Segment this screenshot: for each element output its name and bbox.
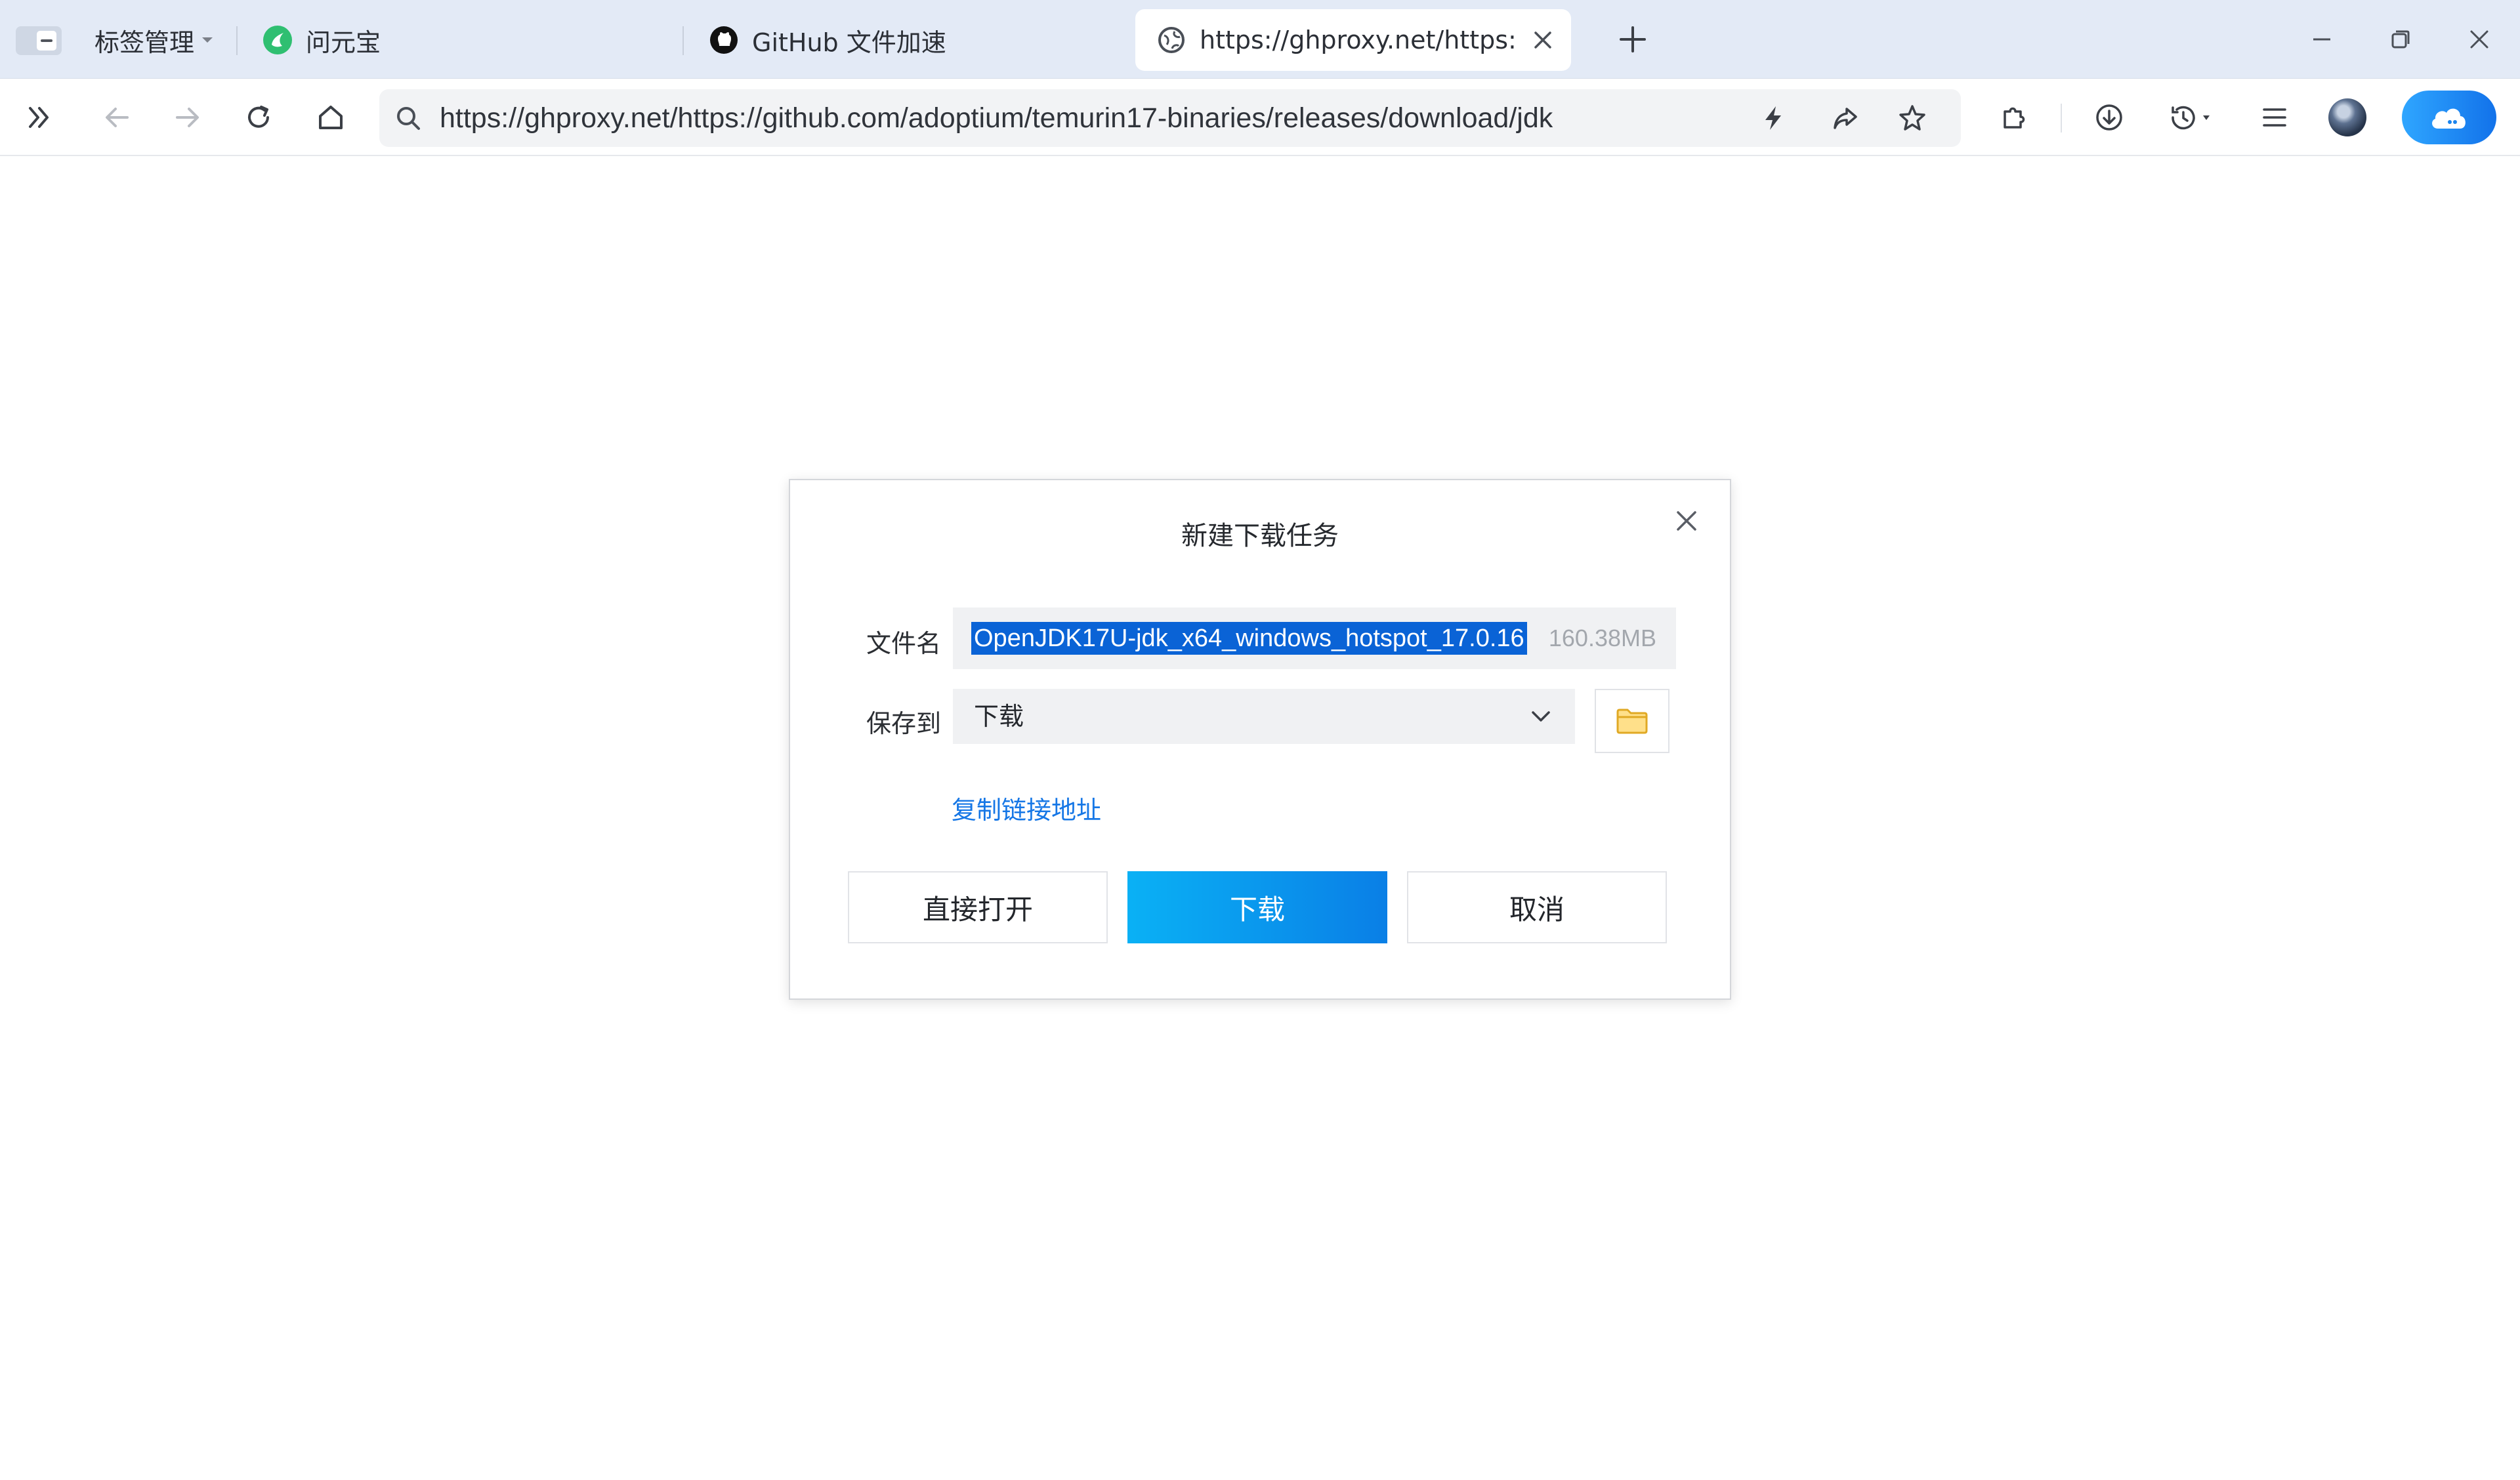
forward-button[interactable] — [168, 98, 207, 137]
star-icon — [1899, 105, 1925, 131]
filename-label: 文件名 — [866, 629, 941, 658]
hamburger-menu-icon — [2263, 108, 2286, 127]
close-icon — [1534, 31, 1551, 49]
minimize-button[interactable] — [2302, 20, 2342, 59]
toolbar-separator — [2061, 104, 2062, 133]
tab-manager-label: 标签管理 — [94, 28, 195, 57]
browser-window: 标签管理 问元宝 GitHub 文件加速 https://ghproxy.net… — [0, 0, 2520, 1480]
tab-yuanbao[interactable]: 问元宝 — [262, 9, 669, 71]
search-icon — [391, 101, 425, 135]
file-size: 160.38MB — [1548, 625, 1656, 651]
user-avatar[interactable] — [2328, 98, 2366, 136]
minimize-icon — [2313, 38, 2330, 41]
url-text[interactable]: https://ghproxy.net/https://github.com/a… — [440, 89, 1553, 147]
close-icon — [2470, 30, 2488, 49]
tab-separator — [236, 26, 238, 55]
address-bar[interactable]: https://ghproxy.net/https://github.com/a… — [379, 89, 1961, 147]
close-icon — [1677, 511, 1696, 531]
tab-separator — [682, 26, 684, 55]
reload-button[interactable] — [239, 98, 278, 137]
sidebar-expand-button[interactable] — [20, 98, 59, 137]
sidebar-toggle-button[interactable] — [16, 26, 62, 55]
arrow-right-icon — [176, 108, 199, 127]
browse-folder-button[interactable] — [1595, 689, 1670, 753]
download-circle-icon — [2096, 104, 2122, 131]
github-icon — [709, 25, 739, 55]
save-location-value: 下载 — [974, 702, 1024, 731]
download-button[interactable]: 下载 — [1127, 871, 1387, 943]
tab-strip: 标签管理 问元宝 GitHub 文件加速 https://ghproxy.net… — [0, 0, 2520, 79]
globe-icon — [1156, 25, 1186, 55]
downloads-button[interactable] — [2090, 98, 2129, 137]
history-icon — [2172, 106, 2210, 130]
tab-ghproxy-active[interactable]: https://ghproxy.net/https://g — [1135, 9, 1571, 71]
caret-down-icon — [202, 37, 213, 43]
tab-github-accelerator[interactable]: GitHub 文件加速 — [709, 9, 1116, 71]
reload-icon — [248, 106, 269, 128]
open-directly-button[interactable]: 直接打开 — [848, 871, 1108, 943]
history-button[interactable] — [2163, 98, 2222, 137]
chevron-down-icon — [1522, 698, 1559, 735]
saveto-label: 保存到 — [866, 709, 941, 738]
plus-icon — [1620, 26, 1646, 52]
arrow-left-icon — [106, 108, 129, 127]
tab-title: 问元宝 — [306, 28, 381, 57]
back-button[interactable] — [97, 98, 136, 137]
restore-button[interactable] — [2381, 20, 2420, 59]
sidebar-toggle-icon — [37, 31, 56, 51]
filename-field[interactable]: OpenJDK17U-jdk_x64_windows_hotspot_17.0.… — [953, 607, 1676, 669]
folder-icon — [1616, 709, 1648, 734]
extensions-button[interactable] — [1995, 98, 2034, 137]
cloud-sync-button[interactable] — [2402, 91, 2496, 144]
copy-link-button[interactable]: 复制链接地址 — [952, 790, 1101, 826]
tab-manager-button[interactable]: 标签管理 — [94, 24, 214, 57]
bookmark-button[interactable] — [1893, 98, 1932, 138]
cloud-icon — [2432, 108, 2466, 129]
dialog-close-button[interactable] — [1668, 503, 1705, 539]
close-window-button[interactable] — [2460, 20, 2499, 59]
share-button[interactable] — [1826, 98, 1865, 138]
restore-icon — [2391, 30, 2410, 49]
browser-toolbar: https://ghproxy.net/https://github.com/a… — [0, 79, 2520, 156]
puzzle-icon — [2004, 107, 2025, 129]
dialog-title: 新建下载任务 — [1181, 521, 1339, 551]
cancel-button[interactable]: 取消 — [1407, 871, 1667, 943]
share-icon — [1834, 108, 1857, 129]
new-tab-button[interactable] — [1616, 22, 1650, 56]
tab-close-button[interactable] — [1529, 26, 1557, 54]
home-button[interactable] — [311, 98, 350, 137]
new-download-dialog: 新建下载任务 文件名 OpenJDK17U-jdk_x64_windows_ho… — [789, 479, 1731, 1000]
menu-button[interactable] — [2255, 98, 2294, 137]
double-chevron-right-icon — [29, 107, 49, 128]
home-icon — [319, 106, 343, 129]
lightning-icon — [1765, 106, 1781, 130]
save-location-select[interactable]: 下载 — [953, 689, 1575, 744]
lightning-button[interactable] — [1754, 98, 1793, 138]
tab-title: GitHub 文件加速 — [752, 28, 946, 57]
filename-value[interactable]: OpenJDK17U-jdk_x64_windows_hotspot_17.0.… — [971, 622, 1527, 655]
yuanbao-icon — [262, 25, 293, 55]
tab-title: https://ghproxy.net/https://g — [1200, 26, 1515, 54]
